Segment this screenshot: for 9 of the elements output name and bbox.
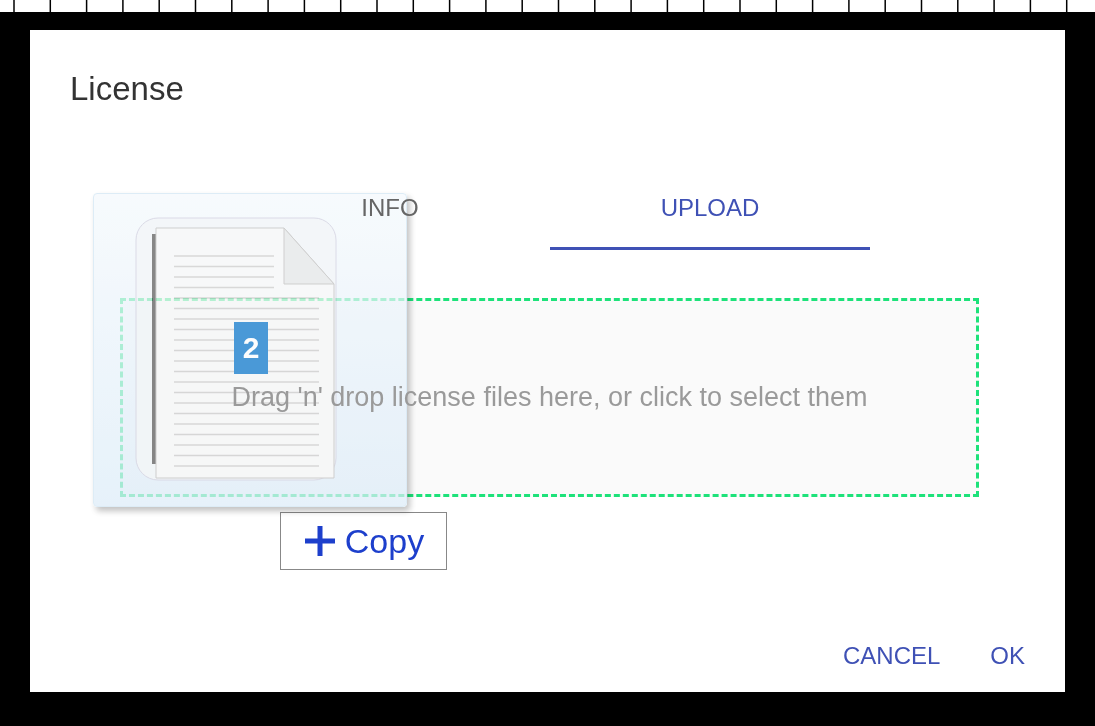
tab[interactable]: INFO xyxy=(230,188,550,250)
drop-effect-label: Copy xyxy=(344,521,425,561)
count-badge: 2 xyxy=(234,322,268,374)
dialog-title: License xyxy=(69,69,185,109)
cancel-button[interactable]: CANCEL xyxy=(830,634,953,678)
dropzone-hint: Drag 'n' drop license files here, or click to select them xyxy=(231,382,868,413)
tab[interactable]: UPLOAD xyxy=(550,188,870,250)
plus-icon xyxy=(302,524,337,558)
ok-button[interactable]: OK xyxy=(978,634,1037,678)
